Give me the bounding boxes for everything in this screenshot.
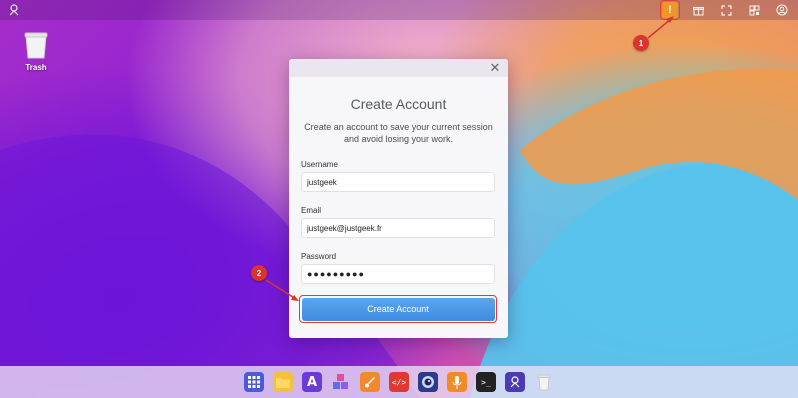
password-input[interactable]: ●●●●●●●●● <box>301 264 495 284</box>
gift-icon[interactable] <box>690 2 706 18</box>
trash-icon <box>24 32 48 59</box>
puter-logo-icon[interactable] <box>505 372 525 392</box>
qr-icon[interactable] <box>746 2 762 18</box>
username-field-group: Username justgeek <box>301 160 496 192</box>
user-icon[interactable] <box>774 2 790 18</box>
cubes-icon[interactable] <box>331 372 351 392</box>
username-label: Username <box>301 160 338 169</box>
desktop-icon-label: Trash <box>25 63 47 72</box>
password-field-group: Password ●●●●●●●●● <box>301 252 496 284</box>
terminal-icon[interactable]: >_ <box>476 372 496 392</box>
create-account-button[interactable]: Create Account <box>301 297 495 321</box>
camera-icon[interactable] <box>418 372 438 392</box>
dialog-header: ✕ <box>289 59 508 77</box>
dock: A </> >_ <box>0 366 798 398</box>
username-input[interactable]: justgeek <box>301 172 495 192</box>
password-label: Password <box>301 252 337 261</box>
email-field-group: Email justgeek@justgeek.fr <box>301 206 496 238</box>
trash-dock-icon[interactable] <box>534 372 554 392</box>
close-icon[interactable]: ✕ <box>488 61 502 75</box>
create-account-dialog: ✕ Create Account Create an account to sa… <box>289 59 508 338</box>
top-bar: ! <box>0 0 798 20</box>
dialog-title: Create Account <box>350 96 447 112</box>
email-input[interactable]: justgeek@justgeek.fr <box>301 218 495 238</box>
code-editor-icon[interactable]: </> <box>389 372 409 392</box>
marker-2: 2 <box>251 265 267 281</box>
marker-1: 1 <box>633 35 649 51</box>
paint-icon[interactable] <box>360 372 380 392</box>
apps-grid-icon[interactable] <box>244 372 264 392</box>
dialog-description: Create an account to save your current s… <box>304 122 493 144</box>
desktop-icon-trash[interactable]: Trash <box>20 30 52 72</box>
arrow-1 <box>647 18 672 39</box>
email-label: Email <box>301 206 322 215</box>
microphone-icon[interactable] <box>447 372 467 392</box>
create-account-highlight: Create Account <box>299 295 497 323</box>
files-icon[interactable] <box>273 372 293 392</box>
text-editor-icon[interactable]: A <box>302 372 322 392</box>
app-logo-icon[interactable] <box>6 2 22 18</box>
fullscreen-icon[interactable] <box>718 2 734 18</box>
warning-icon[interactable]: ! <box>660 0 680 20</box>
